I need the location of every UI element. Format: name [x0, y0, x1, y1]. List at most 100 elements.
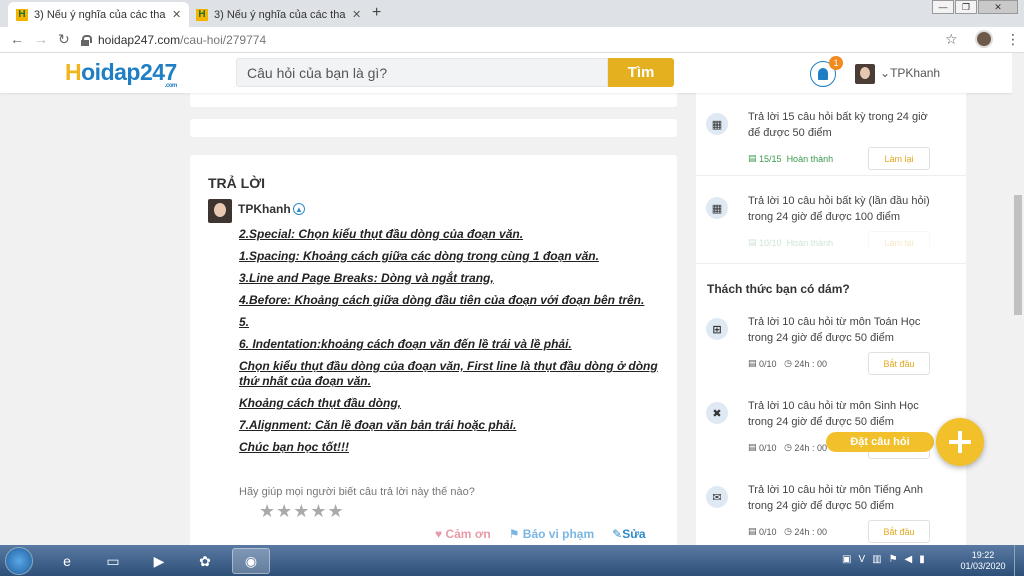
tray-app-icon[interactable]: ▣ [842, 554, 851, 565]
folder-icon[interactable]: ▭ [94, 548, 132, 574]
tray-zalo-icon[interactable]: ▥ [872, 554, 881, 565]
chrome-icon[interactable]: ◉ [232, 548, 270, 574]
edit-label: Sửa [622, 527, 646, 541]
task-meta: ▤ 10/10 Hoàn thành [748, 237, 833, 247]
pencil-icon: ✎ [612, 527, 623, 541]
task-description: Trả lời 15 câu hỏi bất kỳ trong 24 giờ đ… [748, 111, 928, 139]
challenge-description: Trả lời 10 câu hỏi từ môn Sinh Học trong… [748, 400, 919, 428]
divider [696, 263, 966, 264]
reload-icon[interactable]: ↻ [58, 31, 70, 48]
url-field[interactable]: hoidap247.com/cau-hoi/279774 [80, 30, 960, 50]
challenge-time: 24h : 00 [794, 358, 827, 369]
task-description: Trả lời 10 câu hỏi bất kỳ (lần đầu hỏi) … [748, 195, 930, 223]
ie-icon[interactable]: e [48, 548, 86, 574]
rating-prompt: Hãy giúp mọi người biết câu trả lời này … [239, 486, 475, 498]
challenge-item: ✖ Trả lời 10 câu hỏi từ môn Sinh Học tro… [696, 388, 966, 472]
answer-line: 1.Spacing: Khoảng cách giữa các dòng tro… [239, 249, 599, 263]
challenge-description: Trả lời 10 câu hỏi từ môn Toán Học trong… [748, 316, 921, 344]
tray-flag-icon[interactable]: ⚑ [889, 554, 898, 565]
author-avatar[interactable] [208, 199, 232, 223]
clock-icon: ◷ [784, 358, 795, 368]
redo-button[interactable]: Làm lại [868, 147, 930, 170]
user-menu[interactable]: ⌄TPKhanh [880, 66, 940, 80]
divider [696, 175, 966, 176]
site-favicon-icon: H [196, 8, 208, 21]
challenge-meta: ▤ 0/10 ◷ 24h : 00 [748, 526, 827, 537]
search-input[interactable]: Câu hỏi của bạn là gì? [236, 58, 608, 87]
edit-button[interactable]: ✎ Sửa [612, 527, 645, 541]
close-window-icon[interactable]: ✕ [978, 0, 1018, 14]
challenge-meta: ▤ 0/10 ◷ 24h : 00 [748, 442, 827, 453]
challenge-progress: 0/10 [759, 442, 777, 453]
ask-question-plus-button[interactable] [936, 418, 984, 466]
doc-icon: ▤ [748, 358, 760, 368]
challenge-time: 24h : 00 [794, 442, 827, 453]
browser-profile-avatar[interactable] [975, 30, 993, 48]
show-desktop-button[interactable] [1014, 545, 1024, 576]
thanks-label: Cảm ơn [445, 527, 491, 541]
notification-badge: 1 [829, 56, 843, 70]
new-tab-icon[interactable]: + [372, 4, 381, 22]
start-button[interactable]: Bắt đầu [868, 352, 930, 375]
bell-icon [818, 68, 828, 80]
tray-antivirus-icon[interactable]: V [858, 554, 865, 565]
doc-icon: ▤ [748, 237, 760, 247]
browser-menu-icon[interactable]: ⋮ [1006, 31, 1020, 48]
address-bar: ← → ↻ hoidap247.com/cau-hoi/279774 ☆ ⋮ [0, 27, 1024, 53]
achievements-panel: ▦ Trả lời 15 câu hỏi bất kỳ trong 24 giờ… [696, 93, 966, 545]
rank-medal-icon: ▲ [293, 203, 305, 215]
minimize-icon[interactable]: — [932, 0, 954, 14]
redo-button[interactable]: Làm lại [868, 231, 930, 247]
start-button[interactable] [5, 547, 33, 575]
os-taskbar: e ▭ ▶ ✿ ◉ ▣ V ▥ ⚑ ◀ ▮ 19:22 01/03/2020 [0, 545, 1024, 576]
browser-tab-1[interactable]: H 3) Nếu ý nghĩa của các tham số ở ✕ [8, 2, 190, 27]
answer-line: 4.Before: Khoảng cách giữa dòng đầu tiên… [239, 293, 645, 307]
answer-line: 3.Line and Page Breaks: Dòng và ngắt tra… [239, 271, 494, 285]
answer-card: TRẢ LỜI TPKhanh ▲ 2.Special: Chọn kiểu t… [190, 155, 677, 545]
doc-icon: ▤ [748, 526, 760, 536]
start-button[interactable]: Bắt đầu [868, 520, 930, 543]
network-icon[interactable]: ▮ [919, 554, 925, 565]
answer-body: 2.Special: Chọn kiểu thụt đầu dòng của đ… [239, 227, 669, 462]
username: TPKhanh [890, 66, 941, 80]
site-logo[interactable]: Hoidap247 .com [65, 59, 177, 89]
challenge-meta: ▤ 0/10 ◷ 24h : 00 [748, 358, 827, 369]
tab-close-icon[interactable]: ✕ [172, 8, 181, 21]
answer-heading: TRẢ LỜI [208, 175, 266, 191]
bookmark-star-icon[interactable]: ☆ [945, 31, 958, 48]
search-button[interactable]: Tìm [608, 58, 674, 87]
tab-close-icon[interactable]: ✕ [352, 8, 361, 21]
challenge-progress: 0/10 [759, 358, 777, 369]
author-name[interactable]: TPKhanh [238, 202, 291, 216]
clock-icon: ◷ [784, 526, 795, 536]
site-favicon-icon: H [16, 8, 28, 21]
browser-tab-2[interactable]: H 3) Nếu ý nghĩa của các tham số ở ✕ [188, 2, 369, 27]
challenge-section-title: Thách thức bạn có dám? [707, 282, 850, 296]
doc-icon: ▤ [748, 153, 760, 163]
ask-question-label[interactable]: Đặt câu hỏi [826, 432, 934, 452]
user-avatar[interactable] [855, 64, 875, 84]
restore-icon[interactable]: ❐ [955, 0, 977, 14]
task-meta: ▤ 15/15 Hoàn thành [748, 153, 833, 164]
heart-icon: ♥ [435, 527, 446, 541]
report-button[interactable]: ⚑ Báo vi phạm [509, 527, 594, 541]
english-icon: ✉ [706, 486, 728, 508]
scrollbar-thumb[interactable] [1014, 195, 1022, 315]
task-progress: 15/15 [759, 153, 782, 164]
task-grid-icon: ▦ [706, 197, 728, 219]
system-clock[interactable]: 19:22 01/03/2020 [958, 550, 1008, 572]
clock-icon: ◷ [784, 442, 795, 452]
tab-title: 3) Nếu ý nghĩa của các tham số ở [214, 8, 346, 21]
answer-line: 5. [239, 315, 250, 329]
comment-card [190, 119, 677, 137]
clock-date: 01/03/2020 [960, 561, 1006, 571]
volume-icon[interactable]: ◀ [905, 554, 913, 565]
forward-icon[interactable]: → [34, 31, 48, 47]
thanks-button[interactable]: ♥ Cảm ơn [435, 527, 491, 541]
app-icon[interactable]: ✿ [186, 548, 224, 574]
page-scrollbar[interactable] [1012, 53, 1024, 545]
rating-stars[interactable]: ★★★★★ [259, 501, 345, 522]
lock-icon [80, 34, 92, 46]
media-player-icon[interactable]: ▶ [140, 548, 178, 574]
back-icon[interactable]: ← [10, 31, 24, 47]
